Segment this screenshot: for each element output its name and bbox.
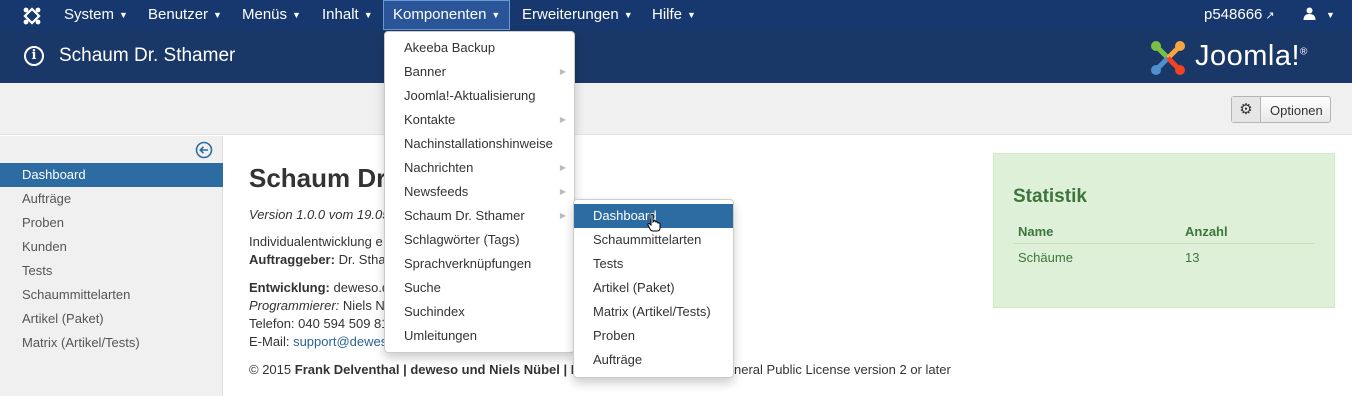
dev-label: Entwicklung: [249, 280, 330, 295]
joomla-brand-icon [1151, 41, 1185, 75]
component-heading: Schaum Dr [249, 163, 387, 193]
caret-down-icon: ▼ [363, 10, 373, 20]
statistics-title: Statistik [1013, 186, 1087, 207]
info-icon: i [24, 46, 44, 66]
site-link[interactable]: p548666 ↗ [1204, 0, 1275, 30]
dropdown-item-postinstall[interactable]: Nachinstallationshinweise [385, 132, 574, 156]
copyright-line: © 2015 Frank Delventhal | deweso und Nie… [249, 362, 574, 377]
dropdown-item-banner[interactable]: Banner ▶ [385, 60, 574, 84]
client-label: Auftraggeber: [249, 252, 335, 267]
collapse-sidebar-icon[interactable] [195, 141, 213, 159]
dropdown-item-joomla-update[interactable]: Joomla!-Aktualisierung [385, 84, 574, 108]
statistics-panel: Statistik Name Anzahl Schäume 13 [993, 153, 1335, 308]
submenu-arrow-icon: ▶ [559, 187, 566, 196]
email-link[interactable]: support@dewes [293, 334, 387, 349]
sidebar-item-schaummittelarten[interactable]: Schaummittelarten [0, 283, 223, 307]
dropdown-item-nachrichten[interactable]: Nachrichten ▶ [385, 156, 574, 180]
submenu-item-proben[interactable]: Proben [574, 324, 733, 348]
programmer-label: Programmierer: [249, 298, 340, 313]
menu-hilfe[interactable]: Hilfe ▼ [652, 0, 696, 30]
sidebar-item-artikel[interactable]: Artikel (Paket) [0, 307, 223, 331]
stats-row-name: Schäume [1018, 250, 1073, 265]
submenu-arrow-icon: ▶ [559, 67, 566, 76]
copyright-prefix: © 2015 [249, 362, 292, 377]
programmer-value: Niels N [342, 298, 385, 313]
dropdown-item-suche[interactable]: Suche [385, 276, 574, 300]
title-bar: i Schaum Dr. Sthamer Joomla!® [0, 30, 1352, 83]
stats-col-count: Anzahl [1185, 224, 1228, 239]
client-line: Auftraggeber: Dr. Stha [249, 252, 386, 267]
phone-line: Telefon: 040 594 509 81 [249, 316, 389, 331]
top-navbar: System ▼ Benutzer ▼ Menüs ▼ Inhalt ▼ Kompone… [0, 0, 1352, 30]
options-label: Optionen [1270, 103, 1323, 118]
menu-erweiterungen[interactable]: Erweiterungen ▼ [522, 0, 633, 30]
dropdown-item-newsfeeds[interactable]: Newsfeeds ▶ [385, 180, 574, 204]
sidebar-item-dashboard[interactable]: Dashboard [0, 163, 223, 187]
menu-inhalt[interactable]: Inhalt ▼ [322, 0, 373, 30]
komponenten-dropdown: Akeeba Backup Banner ▶ Joomla!-Aktualisie… [384, 31, 575, 353]
menu-komponenten[interactable]: Komponenten ▼ [383, 0, 511, 30]
sidebar-item-auftraege[interactable]: Aufträge [0, 187, 223, 211]
caret-down-icon: ▼ [623, 10, 633, 20]
client-value: Dr. Stha [338, 252, 386, 267]
copyright-license: neral Public License version 2 or later [734, 362, 951, 377]
caret-down-icon: ▼ [687, 10, 696, 20]
menu-system[interactable]: System ▼ [64, 0, 128, 30]
programmer-line: Programmierer: Niels N [249, 298, 385, 313]
email-line: E-Mail: support@dewes [249, 334, 387, 349]
submenu-item-auftraege[interactable]: Aufträge [574, 348, 733, 372]
dropdown-item-languages[interactable]: Sprachverknüpfungen [385, 252, 574, 276]
caret-down-icon: ▼ [292, 10, 301, 20]
page-title: Schaum Dr. Sthamer [59, 45, 236, 66]
caret-down-icon: ▼ [119, 10, 128, 20]
sidebar-item-matrix[interactable]: Matrix (Artikel/Tests) [0, 331, 223, 355]
caret-down-icon: ▼ [1326, 10, 1335, 20]
individual-text: Individualentwicklung e [249, 234, 383, 249]
joomla-brand: Joomla!® [1148, 38, 1338, 78]
submenu-arrow-icon: ▶ [559, 211, 566, 220]
submenu-arrow-icon: ▶ [559, 115, 566, 124]
dropdown-item-umleitungen[interactable]: Umleitungen [385, 324, 574, 348]
sidebar: Dashboard Aufträge Proben Kunden Tests S… [0, 136, 223, 396]
submenu-arrow-icon: ▶ [559, 163, 566, 172]
caret-down-icon: ▼ [213, 10, 222, 20]
submenu-item-artikel[interactable]: Artikel (Paket) [574, 276, 733, 300]
dev-line: Entwicklung: deweso.d [249, 280, 389, 295]
brand-registered: ® [1300, 46, 1308, 58]
brand-text: Joomla! [1195, 40, 1301, 72]
sidebar-item-tests[interactable]: Tests [0, 259, 223, 283]
stats-row-count: 13 [1185, 250, 1200, 265]
dev-value: deweso.d [333, 280, 390, 295]
copyright-authors: Frank Delventhal | deweso und Niels Nübe… [294, 362, 575, 377]
external-link-icon: ↗ [1265, 10, 1275, 22]
version-text: Version 1.0.0 vom 19.05 [249, 207, 390, 222]
toolbar: ⚙ Optionen [0, 83, 1352, 135]
menu-benutzer[interactable]: Benutzer ▼ [148, 0, 222, 30]
joomla-logo-icon[interactable] [22, 6, 42, 26]
stats-col-name: Name [1018, 224, 1054, 239]
stats-divider [1013, 243, 1315, 244]
submenu-item-matrix[interactable]: Matrix (Artikel/Tests) [574, 300, 733, 324]
submenu-item-tests[interactable]: Tests [574, 252, 733, 276]
caret-down-icon: ▼ [491, 10, 501, 20]
user-icon [1303, 7, 1316, 20]
options-button[interactable]: ⚙ Optionen [1231, 96, 1331, 123]
user-menu[interactable]: ▼ [1303, 0, 1335, 30]
sidebar-item-proben[interactable]: Proben [0, 211, 223, 235]
dropdown-item-tags[interactable]: Schlagwörter (Tags) [385, 228, 574, 252]
dropdown-item-suchindex[interactable]: Suchindex [385, 300, 574, 324]
gear-icon: ⚙ [1232, 97, 1261, 122]
dropdown-item-kontakte[interactable]: Kontakte ▶ [385, 108, 574, 132]
email-label: E-Mail: [249, 334, 290, 349]
menu-menues[interactable]: Menüs ▼ [242, 0, 301, 30]
hand-cursor-icon [647, 214, 661, 232]
dropdown-item-schaum[interactable]: Schaum Dr. Sthamer ▶ [385, 204, 574, 228]
dropdown-item-akeeba[interactable]: Akeeba Backup [385, 36, 574, 60]
sidebar-item-kunden[interactable]: Kunden [0, 235, 223, 259]
